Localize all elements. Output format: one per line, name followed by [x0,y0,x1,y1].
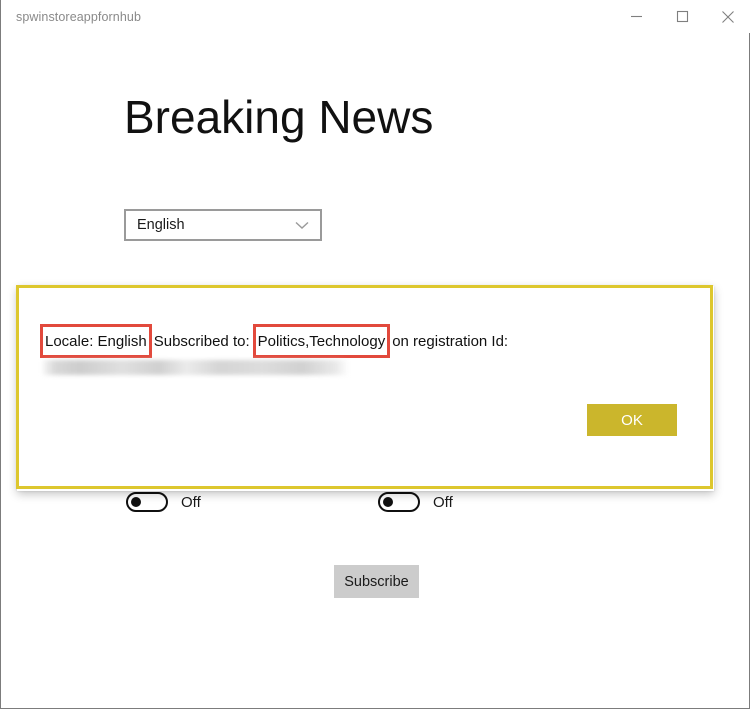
annotation-topics: Politics,Technology [252,324,390,358]
dialog-message: Locale: English Subscribed to: Politics,Te… [40,324,509,358]
title-bar: spwinstoreappfornhub [1,0,750,33]
maximize-button[interactable] [659,0,705,33]
toggle-switch-1-track [126,492,168,512]
toggle-switch-2-track [378,492,420,512]
registration-id-redacted [43,360,348,375]
toggle-row: Off Off [1,492,750,516]
subscription-dialog: Locale: English Subscribed to: Politics,Te… [16,285,713,489]
window-title: spwinstoreappfornhub [16,9,141,24]
dialog-ok-button[interactable]: OK [587,404,677,436]
toggle-switch-2-label: Off [433,493,453,511]
locale-select-value: English [137,217,185,233]
app-window: spwinstoreappfornhub Breaking News Engli… [0,0,750,709]
toggle-switch-1-label: Off [181,493,201,511]
toggle-switch-2[interactable]: Off [378,492,453,512]
page-title: Breaking News [124,91,434,143]
chevron-down-icon [295,221,309,230]
toggle-switch-2-knob [383,497,393,507]
dialog-registration-suffix: on registration Id: [392,333,509,350]
dialog-locale-text: Locale: English [45,333,147,350]
close-button[interactable] [705,0,750,33]
close-icon [722,10,734,23]
minimize-icon [630,15,642,18]
annotation-locale: Locale: English [40,324,152,358]
subscribe-button[interactable]: Subscribe [334,565,419,598]
window-controls [613,0,750,33]
toggle-switch-1[interactable]: Off [126,492,201,512]
dialog-body: Locale: English Subscribed to: Politics,Te… [19,288,710,486]
dialog-subscribed-label: Subscribed to: [153,333,250,350]
locale-select[interactable]: English [124,209,322,241]
dialog-topics-text: Politics,Technology [257,333,386,350]
maximize-icon [676,10,688,23]
toggle-switch-1-knob [131,497,141,507]
minimize-button[interactable] [613,0,659,33]
